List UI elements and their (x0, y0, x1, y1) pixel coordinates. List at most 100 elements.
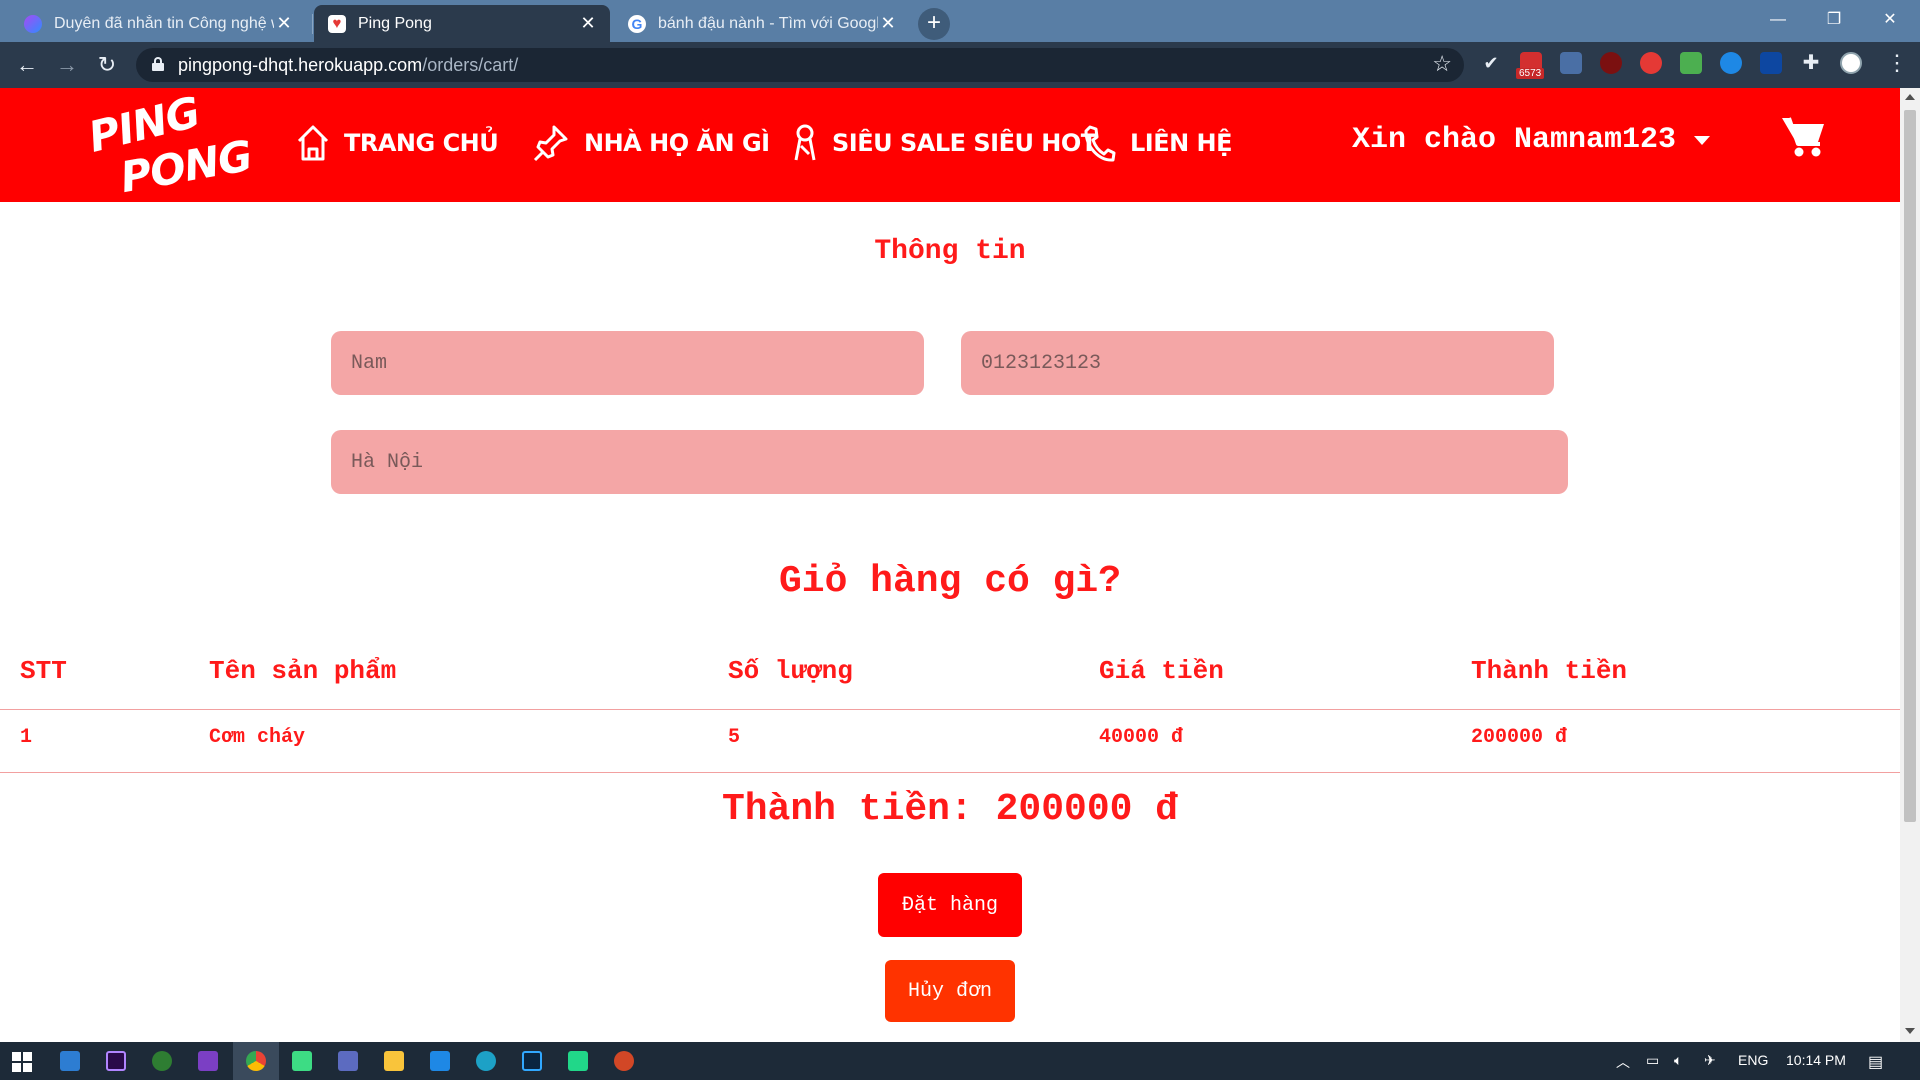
site-header: PING PONG TRANG CHỦ NHÀ HỌ ĂN GÌ SIÊU SA… (0, 88, 1900, 202)
clock[interactable]: 10:14 PM (1786, 1052, 1846, 1068)
tab-separator (312, 14, 313, 34)
caret-down-icon (1694, 135, 1711, 145)
new-tab-button[interactable]: + (918, 8, 950, 40)
close-icon[interactable]: ✕ (578, 13, 598, 34)
info-title: Thông tin (874, 236, 1026, 267)
j-extension-icon[interactable] (1760, 52, 1782, 74)
tab-title: Duyên đã nhắn tin Công nghệ w (54, 14, 274, 32)
mail-app-icon[interactable] (60, 1051, 80, 1071)
close-window-icon[interactable]: ✕ (1862, 0, 1918, 40)
order-total: Thành tiền: 200000 đ (721, 788, 1179, 831)
pushpin-icon (533, 125, 568, 162)
ribbon-icon (794, 124, 816, 161)
puzzle-extensions-icon[interactable]: ✚ (1800, 52, 1822, 74)
language-indicator[interactable]: ENG (1738, 1052, 1768, 1068)
column-header-stt: STT (20, 656, 67, 686)
column-header-subtotal: Thành tiền (1471, 656, 1628, 686)
windows-taskbar (0, 1042, 1920, 1080)
ublock-extension-icon[interactable] (1600, 52, 1622, 74)
cell-stt: 1 (20, 726, 33, 749)
battery-icon[interactable]: ▭ (1646, 1052, 1659, 1069)
browser-toolbar: ← → ↻ pingpong-dhqt.herokuapp.com/orders… (0, 42, 1920, 88)
column-header-product: Tên sản phẩm (209, 656, 397, 686)
tray-chevron-icon[interactable]: ︿ (1616, 1052, 1630, 1072)
browser-tab-google[interactable]: G bánh đậu nành - Tìm với Google ✕ (614, 5, 910, 42)
bookmark-star-icon[interactable]: ☆ (1432, 51, 1452, 77)
file-explorer-icon[interactable] (384, 1051, 404, 1071)
volume-icon[interactable]: 🔈︎ (1674, 1052, 1682, 1069)
nav-sieu-sale-sieu-hot[interactable]: SIÊU SALE SIÊU HOT (792, 118, 1097, 168)
browser-menu-icon[interactable]: ⋮ (1886, 52, 1908, 74)
reload-icon[interactable]: ↻ (92, 50, 122, 80)
user-menu[interactable]: Xin chào Namnam123 (1352, 120, 1711, 160)
address-input[interactable]: Hà Nội (331, 430, 1568, 494)
nav-label: TRANG CHỦ (344, 129, 499, 157)
cell-price: 40000 đ (1099, 726, 1184, 749)
powerpoint-app-icon[interactable] (614, 1051, 634, 1071)
restore-icon[interactable]: ❐ (1806, 0, 1862, 40)
scrollbar-thumb[interactable] (1904, 110, 1916, 822)
scroll-up-icon[interactable] (1905, 94, 1915, 100)
color-picker-extension-icon[interactable] (1680, 52, 1702, 74)
checkmark-extension-icon[interactable]: ✔ (1480, 52, 1502, 74)
airplane-mode-icon[interactable]: ✈ (1704, 1052, 1716, 1069)
translate-extension-icon[interactable] (1560, 52, 1582, 74)
name-input[interactable]: Nam (331, 331, 924, 395)
url-text[interactable]: pingpong-dhqt.herokuapp.com/orders/cart/ (178, 55, 518, 76)
address-bar[interactable]: pingpong-dhqt.herokuapp.com/orders/cart/… (136, 48, 1464, 82)
windows-start-icon[interactable] (12, 1052, 32, 1072)
back-arrow-icon[interactable]: ← (12, 50, 42, 80)
url-host: pingpong-dhqt.herokuapp.com (178, 55, 423, 75)
blue-extension-icon[interactable] (1720, 52, 1742, 74)
scroll-down-icon[interactable] (1905, 1028, 1915, 1034)
vscode-icon[interactable] (430, 1051, 450, 1071)
chrome-app-icon[interactable] (246, 1051, 266, 1071)
gmail-badge: 6573 (1516, 68, 1545, 79)
site-logo[interactable]: PING PONG (84, 88, 256, 202)
web-page: PING PONG TRANG CHỦ NHÀ HỌ ĂN GÌ SIÊU SA… (0, 88, 1900, 1042)
profile-avatar[interactable] (1840, 52, 1862, 74)
minimize-icon[interactable]: — (1750, 0, 1806, 40)
browser-tab-messenger[interactable]: Duyên đã nhắn tin Công nghệ w ✕ (10, 5, 306, 42)
tab-title: Ping Pong (358, 14, 432, 32)
notifications-icon[interactable]: ▤ (1868, 1052, 1883, 1072)
greeting-text: Xin chào Namnam123 (1352, 123, 1677, 157)
place-order-button[interactable]: Đặt hàng (878, 873, 1022, 937)
camera-app-icon[interactable] (338, 1051, 358, 1071)
nav-lien-he[interactable]: LIÊN HỆ (1082, 118, 1233, 168)
edge-app-icon[interactable] (476, 1051, 496, 1071)
column-header-quantity: Số lượng (728, 656, 853, 686)
lightroom-app-icon[interactable] (522, 1051, 542, 1071)
page-scrollbar[interactable] (1900, 88, 1920, 1042)
phone-icon (1084, 125, 1116, 162)
premiere-app-icon[interactable] (106, 1051, 126, 1071)
lock-icon[interactable] (152, 57, 164, 71)
browser-tab-ping-pong[interactable]: ♥ Ping Pong ✕ (314, 5, 610, 42)
url-path: /orders/cart/ (422, 55, 519, 75)
cell-quantity: 5 (728, 726, 741, 749)
phone-input[interactable]: 0123123123 (961, 331, 1554, 395)
close-icon[interactable]: ✕ (878, 13, 898, 34)
browser-tab-bar: Duyên đã nhắn tin Công nghệ w ✕ ♥ Ping P… (0, 0, 1920, 42)
stop-extension-icon[interactable] (1640, 52, 1662, 74)
forward-arrow-icon[interactable]: → (52, 50, 82, 80)
heart-icon: ♥ (328, 14, 346, 33)
cancel-order-button[interactable]: Hủy đơn (885, 960, 1015, 1022)
nav-label: LIÊN HỆ (1130, 129, 1233, 157)
close-icon[interactable]: ✕ (274, 13, 294, 34)
table-divider (0, 772, 1900, 773)
nav-trang-chu[interactable]: TRANG CHỦ (296, 118, 499, 168)
visual-studio-icon[interactable] (198, 1051, 218, 1071)
nav-nha-ho-an-gi[interactable]: NHÀ HỌ ĂN GÌ (532, 118, 770, 168)
shopping-cart-icon[interactable] (1780, 114, 1826, 158)
green-app-icon[interactable] (152, 1051, 172, 1071)
cart-title: Giỏ hàng có gì? (778, 560, 1122, 603)
house-icon (297, 125, 329, 161)
nav-label: NHÀ HỌ ĂN GÌ (584, 129, 770, 157)
column-header-price: Giá tiền (1099, 656, 1224, 686)
google-icon: G (628, 14, 646, 33)
pycharm-app-icon[interactable] (568, 1051, 588, 1071)
messenger-icon (24, 14, 42, 33)
android-studio-icon[interactable] (292, 1051, 312, 1071)
nav-label: SIÊU SALE SIÊU HOT (832, 129, 1097, 157)
